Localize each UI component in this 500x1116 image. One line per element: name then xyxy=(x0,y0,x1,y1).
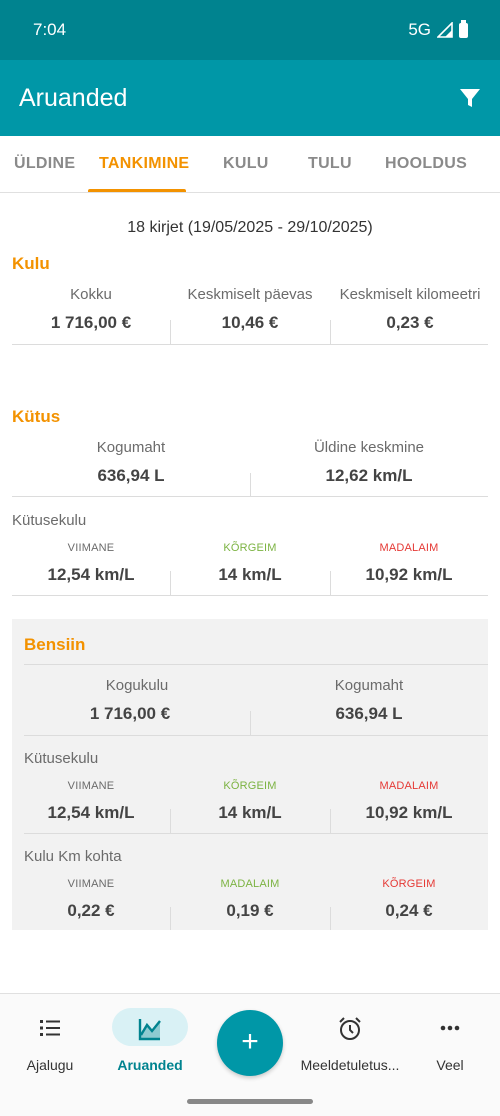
divider xyxy=(250,473,251,497)
nav-item-ajalugu[interactable]: Ajalugu xyxy=(0,994,100,1094)
nav-label-veel: Veel xyxy=(436,1057,464,1073)
nav-label-aruanded: Aruanded xyxy=(117,1057,183,1073)
stat-label-kogukulu: Kogukulu xyxy=(105,677,169,694)
battery-icon xyxy=(459,19,468,38)
value-viimane: 12,54 km/L xyxy=(47,803,135,822)
nav-item-meeldetuletused[interactable]: Meeldetuletus... xyxy=(300,994,400,1094)
network-label: 5G xyxy=(408,20,431,39)
stat-value-kogumaht: 636,94 L xyxy=(335,704,403,723)
tab-indicator xyxy=(88,189,186,192)
subheading-kutusekulu: Kütusekulu xyxy=(24,750,99,767)
value-madalaim: 10,92 km/L xyxy=(365,565,453,584)
stat-label-keskmiselt-kilomeetri: Keskmiselt kilomeetri xyxy=(339,286,481,303)
value-viimane: 12,54 km/L xyxy=(47,565,135,584)
label-korgeim: KÕRGEIM xyxy=(382,878,436,890)
more-icon xyxy=(440,1025,460,1031)
stat-label-kokku: Kokku xyxy=(70,286,112,303)
divider xyxy=(12,595,488,596)
record-summary: 18 kirjet (19/05/2025 - 29/10/2025) xyxy=(127,219,373,236)
label-madalaim: MADALAIM xyxy=(379,780,439,792)
stat-label-uldine-keskmine: Üldine keskmine xyxy=(313,439,425,456)
nav-item-veel[interactable]: Veel xyxy=(400,994,500,1094)
divider xyxy=(170,320,171,344)
divider xyxy=(24,664,488,665)
value-madalaim: 0,19 € xyxy=(226,901,274,920)
stat-value-kokku: 1 716,00 € xyxy=(50,313,132,332)
status-indicators: 5G xyxy=(408,19,468,40)
value-korgeim: 0,24 € xyxy=(385,901,433,920)
value-korgeim: 14 km/L xyxy=(218,803,282,822)
nav-item-aruanded[interactable]: Aruanded xyxy=(100,994,200,1094)
label-madalaim: MADALAIM xyxy=(379,542,439,554)
divider xyxy=(12,496,488,497)
stat-value-keskmiselt-paevas: 10,46 € xyxy=(221,313,279,332)
value-korgeim: 14 km/L xyxy=(218,565,282,584)
label-korgeim: KÕRGEIM xyxy=(223,780,277,792)
label-madalaim: MADALAIM xyxy=(220,878,280,890)
status-bar: 7:04 5G xyxy=(0,0,500,60)
divider xyxy=(330,320,331,344)
tab-tulu[interactable]: TULU xyxy=(308,155,352,173)
add-button[interactable]: + xyxy=(217,1010,283,1076)
filter-icon[interactable] xyxy=(458,86,482,110)
divider xyxy=(24,735,488,736)
signal-icon xyxy=(437,22,453,38)
divider xyxy=(330,809,331,833)
section-title-kulu: Kulu xyxy=(12,254,50,273)
stat-value-keskmiselt-kilomeetri: 0,23 € xyxy=(386,313,434,332)
value-viimane: 0,22 € xyxy=(67,901,115,920)
label-viimane: VIIMANE xyxy=(67,542,115,554)
list-icon xyxy=(40,1020,60,1036)
add-icon: + xyxy=(241,1025,259,1058)
label-korgeim: KÕRGEIM xyxy=(223,542,277,554)
divider xyxy=(170,907,171,930)
subheading-kutusekulu: Kütusekulu xyxy=(12,512,87,529)
chart-icon xyxy=(138,1019,161,1041)
divider xyxy=(250,711,251,735)
divider xyxy=(24,833,488,834)
tab-hooldus[interactable]: HOOLDUS xyxy=(385,155,467,173)
tab-tankimine[interactable]: TANKIMINE xyxy=(99,155,189,173)
status-time: 7:04 xyxy=(33,20,67,39)
page-title: Aruanded xyxy=(19,84,128,112)
stat-value-kogumaht: 636,94 L xyxy=(97,466,165,485)
tab-kulu[interactable]: KULU xyxy=(223,155,269,173)
label-viimane: VIIMANE xyxy=(67,780,115,792)
gesture-bar xyxy=(187,1099,313,1104)
value-madalaim: 10,92 km/L xyxy=(365,803,453,822)
section-title-kutus: Kütus xyxy=(12,407,61,426)
stat-value-uldine-keskmine: 12,62 km/L xyxy=(325,466,413,485)
section-title-bensiin: Bensiin xyxy=(24,635,86,654)
divider xyxy=(12,344,488,345)
divider xyxy=(330,571,331,595)
tab-bar: ÜLDINE TANKIMINE KULU TULU HOOLDUS xyxy=(0,136,500,193)
nav-label-meeldetuletused: Meeldetuletus... xyxy=(300,1057,400,1073)
stat-label-kogumaht: Kogumaht xyxy=(334,677,404,694)
stat-label-kogumaht: Kogumaht xyxy=(96,439,166,456)
alarm-clock-icon xyxy=(339,1017,361,1040)
divider xyxy=(170,809,171,833)
subheading-kulu-km-kohta: Kulu Km kohta xyxy=(24,848,122,865)
stat-value-kogukulu: 1 716,00 € xyxy=(89,704,171,723)
label-viimane: VIIMANE xyxy=(67,878,115,890)
divider xyxy=(330,907,331,930)
nav-label-ajalugu: Ajalugu xyxy=(26,1057,74,1073)
divider xyxy=(170,571,171,595)
tab-uldine[interactable]: ÜLDINE xyxy=(14,155,75,173)
app-bar: Aruanded xyxy=(0,60,500,136)
stat-label-keskmiselt-paevas: Keskmiselt päevas xyxy=(187,286,313,303)
